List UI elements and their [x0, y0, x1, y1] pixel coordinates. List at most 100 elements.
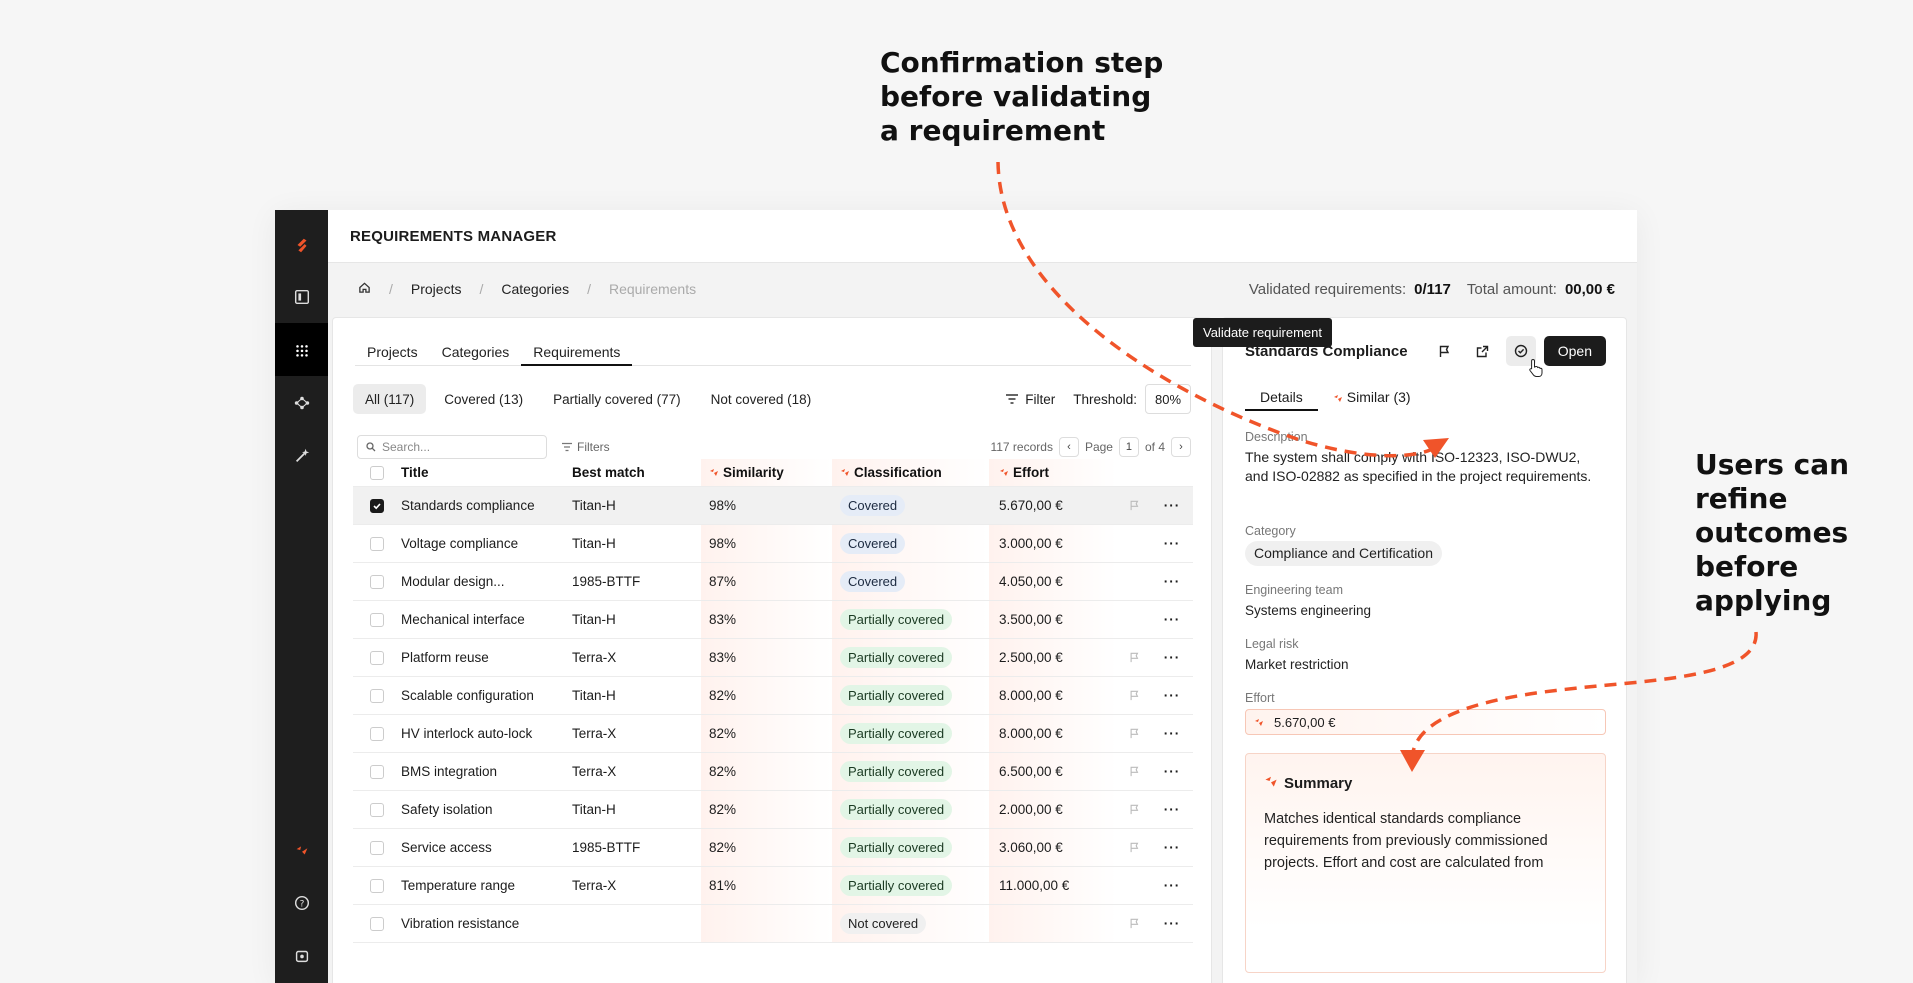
- flag-icon[interactable]: [1117, 652, 1151, 663]
- tab-projects[interactable]: Projects: [355, 344, 430, 365]
- more-options-icon[interactable]: ···: [1151, 878, 1193, 893]
- classification-badge[interactable]: Partially covered: [840, 761, 953, 782]
- row-checkbox[interactable]: [370, 916, 384, 931]
- row-checkbox[interactable]: [370, 878, 384, 893]
- annotation-refine-outcomes: Users can refine outcomes before applyin…: [1695, 448, 1850, 617]
- row-checkbox[interactable]: [370, 650, 384, 665]
- classification-badge[interactable]: Covered: [840, 571, 906, 592]
- more-options-icon[interactable]: ···: [1151, 916, 1193, 931]
- more-options-icon[interactable]: ···: [1151, 840, 1193, 855]
- more-options-icon[interactable]: ···: [1151, 726, 1193, 741]
- row-checkbox[interactable]: [370, 840, 384, 855]
- search-input[interactable]: Search...: [357, 435, 547, 459]
- threshold-input[interactable]: 80%: [1145, 384, 1191, 414]
- flag-icon[interactable]: [1117, 804, 1151, 815]
- cell-effort: 3.060,00 €: [999, 840, 1063, 855]
- row-checkbox[interactable]: [370, 574, 384, 589]
- more-options-icon[interactable]: ···: [1151, 574, 1193, 589]
- more-options-icon[interactable]: ···: [1151, 498, 1193, 513]
- effort-input[interactable]: 5.670,00 €: [1245, 709, 1606, 735]
- panel-toggle-icon[interactable]: [275, 270, 328, 323]
- logo-icon[interactable]: [275, 218, 328, 271]
- classification-badge[interactable]: Partially covered: [840, 837, 953, 858]
- table-row[interactable]: Standards compliance Titan-H 98% Covered 5.6…: [353, 487, 1193, 525]
- classification-badge[interactable]: Partially covered: [840, 685, 953, 706]
- flag-icon[interactable]: [1117, 766, 1151, 777]
- select-all-checkbox[interactable]: [370, 465, 384, 480]
- table-row[interactable]: Voltage compliance Titan-H 98% Covered 3.000…: [353, 525, 1193, 563]
- table-row[interactable]: Safety isolation Titan-H 82% Partially cove…: [353, 791, 1193, 829]
- classification-badge[interactable]: Partially covered: [840, 875, 953, 896]
- more-options-icon[interactable]: ···: [1151, 764, 1193, 779]
- table-row[interactable]: Modular design... 1985-BTTF 87% Covered 4.05…: [353, 563, 1193, 601]
- page-number-input[interactable]: 1: [1118, 437, 1139, 457]
- table-row[interactable]: BMS integration Terra-X 82% Partially cover…: [353, 753, 1193, 791]
- table-row[interactable]: Mechanical interface Titan-H 83% Partially …: [353, 601, 1193, 639]
- filter-not-covered[interactable]: Not covered (18): [699, 384, 824, 414]
- classification-badge[interactable]: Covered: [840, 495, 906, 516]
- col-effort[interactable]: Effort: [989, 465, 1117, 481]
- flag-icon[interactable]: [1117, 728, 1151, 739]
- more-options-icon[interactable]: ···: [1151, 536, 1193, 551]
- filter-covered[interactable]: Covered (13): [432, 384, 535, 414]
- settings-icon[interactable]: [275, 929, 328, 982]
- filter-button[interactable]: Filter: [1005, 392, 1055, 407]
- classification-badge[interactable]: Partially covered: [840, 723, 953, 744]
- tab-requirements[interactable]: Requirements: [521, 344, 633, 366]
- more-options-icon[interactable]: ···: [1151, 802, 1193, 817]
- table-row[interactable]: Scalable configuration Titan-H 82% Partiall…: [353, 677, 1193, 715]
- prev-page-button[interactable]: ‹: [1058, 437, 1079, 457]
- next-page-button[interactable]: ›: [1171, 437, 1191, 457]
- open-button[interactable]: Open: [1543, 336, 1606, 366]
- table-row[interactable]: Service access 1985-BTTF 82% Partially cove…: [353, 829, 1193, 867]
- tab-similar[interactable]: Similar (3): [1318, 389, 1426, 411]
- row-checkbox[interactable]: [370, 498, 384, 513]
- apps-grid-icon[interactable]: [275, 323, 328, 376]
- row-checkbox[interactable]: [370, 764, 384, 779]
- classification-badge[interactable]: Partially covered: [840, 647, 953, 668]
- filter-partially-covered[interactable]: Partially covered (77): [541, 384, 693, 414]
- row-checkbox[interactable]: [370, 688, 384, 703]
- cell-effort: 11.000,00 €: [999, 878, 1070, 893]
- network-icon[interactable]: [275, 376, 328, 429]
- classification-badge[interactable]: Not covered: [840, 913, 927, 934]
- more-options-icon[interactable]: ···: [1151, 688, 1193, 703]
- row-checkbox[interactable]: [370, 802, 384, 817]
- flag-icon[interactable]: [1117, 918, 1151, 929]
- classification-badge[interactable]: Partially covered: [840, 609, 953, 630]
- flag-icon[interactable]: [1117, 500, 1151, 511]
- filters-button[interactable]: Filters: [561, 440, 610, 454]
- row-checkbox[interactable]: [370, 612, 384, 627]
- flag-button[interactable]: [1430, 336, 1460, 366]
- col-similarity[interactable]: Similarity: [701, 465, 832, 481]
- tab-categories[interactable]: Categories: [430, 344, 522, 365]
- table-row[interactable]: Vibration resistance Not covered ···: [353, 905, 1193, 943]
- col-classification[interactable]: Classification: [832, 465, 989, 481]
- table-row[interactable]: Temperature range Terra-X 81% Partially cov…: [353, 867, 1193, 905]
- tab-details[interactable]: Details: [1245, 389, 1318, 411]
- row-checkbox[interactable]: [370, 726, 384, 741]
- col-title[interactable]: Title: [401, 465, 572, 480]
- help-icon[interactable]: ?: [275, 876, 328, 929]
- home-icon[interactable]: [358, 281, 371, 297]
- cell-best-match: Terra-X: [572, 650, 617, 665]
- magic-wand-icon[interactable]: [275, 429, 328, 482]
- cell-similarity: 82%: [709, 726, 737, 741]
- flag-icon[interactable]: [1117, 690, 1151, 701]
- flag-icon[interactable]: [1117, 842, 1151, 853]
- records-count: 117 records: [990, 440, 1053, 454]
- classification-badge[interactable]: Partially covered: [840, 799, 953, 820]
- more-options-icon[interactable]: ···: [1151, 650, 1193, 665]
- more-options-icon[interactable]: ···: [1151, 612, 1193, 627]
- col-best-match[interactable]: Best match: [572, 465, 701, 480]
- table-row[interactable]: Platform reuse Terra-X 83% Partially covere…: [353, 639, 1193, 677]
- open-external-button[interactable]: [1468, 336, 1498, 366]
- breadcrumb-categories[interactable]: Categories: [501, 281, 569, 297]
- spark-icon[interactable]: [275, 823, 328, 876]
- table-row[interactable]: HV interlock auto-lock Terra-X 82% Partiall…: [353, 715, 1193, 753]
- classification-badge[interactable]: Covered: [840, 533, 906, 554]
- row-checkbox[interactable]: [370, 536, 384, 551]
- category-chip[interactable]: Compliance and Certification: [1245, 541, 1442, 566]
- breadcrumb-projects[interactable]: Projects: [411, 281, 462, 297]
- filter-all[interactable]: All (117): [353, 384, 427, 414]
